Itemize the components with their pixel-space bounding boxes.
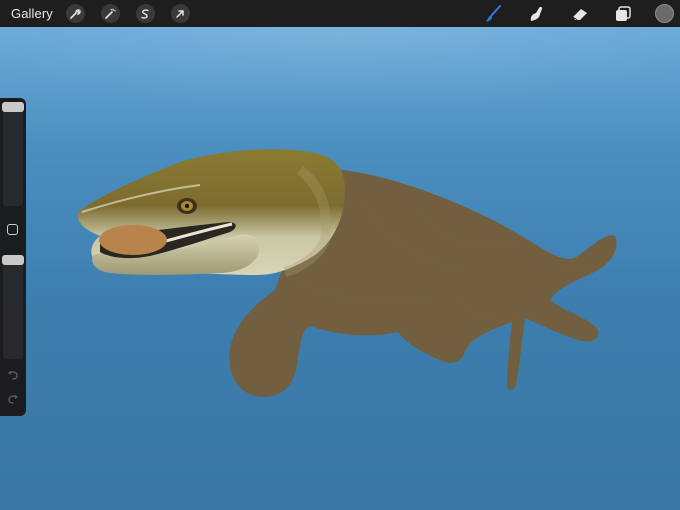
sidebar (0, 98, 26, 416)
smudge-button[interactable] (526, 3, 548, 25)
layers-icon (616, 5, 631, 21)
drawing-canvas[interactable] (0, 27, 680, 510)
left-tools (65, 4, 190, 23)
food-item (99, 225, 167, 255)
layers-button[interactable] (612, 3, 634, 25)
smudge-icon (530, 6, 543, 21)
undo-icon[interactable] (6, 368, 20, 382)
right-tools (483, 0, 680, 27)
adjustments-button[interactable] (100, 4, 120, 23)
eraser-icon (572, 8, 587, 20)
selection-button[interactable] (135, 4, 155, 23)
artwork (78, 149, 617, 397)
top-toolbar: Gallery (0, 0, 680, 27)
opacity-slider[interactable] (3, 255, 23, 359)
brush-button[interactable] (483, 3, 505, 25)
magic-wand-icon (105, 8, 117, 19)
eraser-button[interactable] (569, 3, 591, 25)
color-swatch-button[interactable] (655, 4, 674, 23)
gallery-button[interactable]: Gallery (11, 6, 53, 21)
wrench-icon (70, 8, 82, 19)
brush-icon (486, 4, 501, 22)
brush-size-thumb[interactable] (2, 102, 24, 112)
selection-s-icon (141, 8, 150, 19)
opacity-thumb[interactable] (2, 255, 24, 265)
transform-button[interactable] (170, 4, 190, 23)
redo-icon[interactable] (6, 392, 20, 406)
brush-size-slider[interactable] (3, 104, 23, 206)
modify-button[interactable] (7, 224, 18, 235)
arrow-cursor-icon (176, 9, 185, 18)
actions-button[interactable] (65, 4, 85, 23)
